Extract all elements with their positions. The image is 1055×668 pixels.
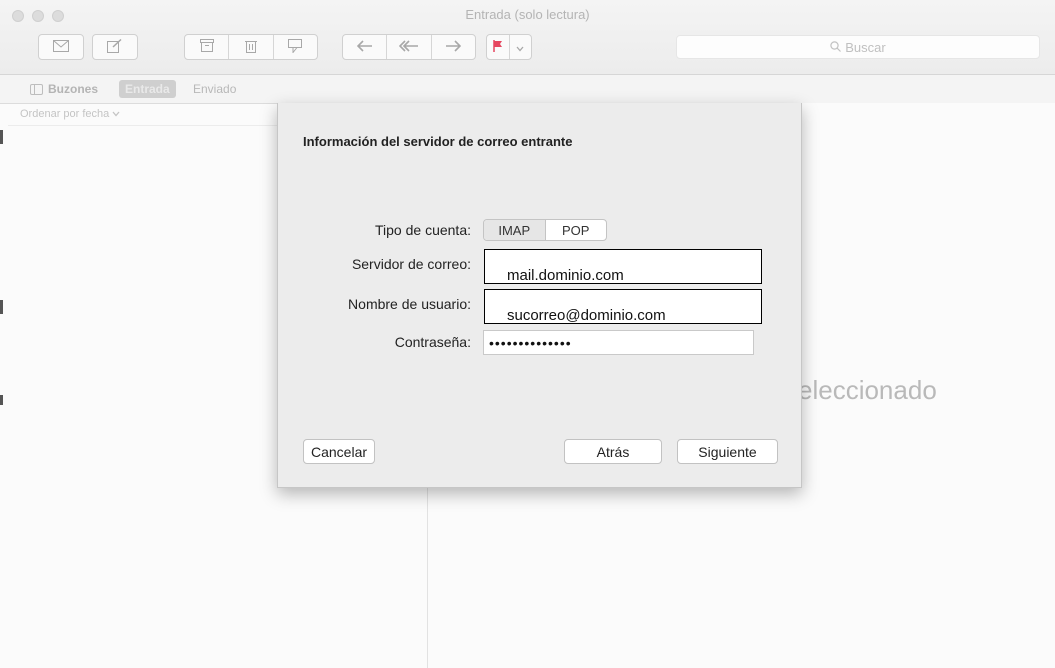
message-actions-group: [184, 34, 318, 60]
junk-button[interactable]: [272, 35, 317, 59]
get-mail-button[interactable]: [38, 34, 84, 60]
flag-icon: [493, 39, 503, 55]
mailboxes-toggle[interactable]: Buzones: [30, 80, 98, 98]
password-field[interactable]: ••••••••••••••: [483, 330, 754, 355]
back-button[interactable]: Atrás: [564, 439, 662, 464]
username-field[interactable]: sucorreo@dominio.com: [484, 289, 762, 324]
dialog-title: Información del servidor de correo entra…: [303, 134, 573, 149]
sort-menu[interactable]: Ordenar por fecha: [20, 108, 120, 120]
favorite-sent[interactable]: Enviado: [193, 80, 236, 98]
flag-menu-segment[interactable]: [508, 35, 532, 59]
trash-icon: [244, 39, 257, 56]
forward-icon: [445, 39, 462, 55]
reply-all-button[interactable]: [386, 35, 430, 59]
incoming-server-dialog: Información del servidor de correo entra…: [277, 103, 802, 488]
reply-button[interactable]: [343, 35, 386, 59]
next-button[interactable]: Siguiente: [677, 439, 778, 464]
compose-button[interactable]: [92, 34, 138, 60]
favorites-bar: Buzones Entrada Enviado: [0, 75, 1055, 104]
flag-button[interactable]: [486, 34, 532, 60]
mailboxes-label: Buzones: [48, 82, 99, 96]
no-message-selected-text: eleccionado: [798, 375, 937, 405]
account-type-label: Tipo de cuenta:: [375, 222, 471, 238]
username-label: Nombre de usuario:: [348, 296, 471, 312]
account-type-pop[interactable]: POP: [546, 220, 607, 240]
server-label: Servidor de correo:: [351, 256, 471, 272]
forward-button[interactable]: [430, 35, 475, 59]
favorite-inbox[interactable]: Entrada: [119, 80, 176, 98]
left-edge-mark: [0, 300, 3, 314]
reply-all-icon: [398, 39, 419, 55]
flag-segment[interactable]: [487, 35, 509, 59]
window-title: Entrada (solo lectura): [465, 7, 590, 22]
delete-button[interactable]: [228, 35, 272, 59]
password-label: Contraseña:: [394, 334, 471, 350]
cancel-button[interactable]: Cancelar: [303, 439, 375, 464]
sort-label: Ordenar por fecha: [20, 108, 110, 120]
chevron-down-icon: [516, 39, 524, 55]
reply-icon: [356, 39, 373, 55]
server-field[interactable]: mail.dominio.com: [484, 249, 762, 284]
search-placeholder: Buscar: [845, 39, 886, 55]
account-type-selector: IMAP POP: [483, 219, 607, 241]
search-icon: [830, 40, 842, 55]
reply-group: [342, 34, 476, 60]
title-bar: Entrada (solo lectura) Buscar: [0, 0, 1055, 75]
junk-icon: [288, 38, 303, 56]
chevron-down-icon: [112, 108, 120, 120]
compose-icon: [107, 38, 123, 56]
archive-button[interactable]: [185, 35, 228, 59]
left-edge-mark: [0, 395, 3, 405]
archive-icon: [199, 39, 214, 55]
envelope-icon: [53, 39, 69, 55]
mail-window: Entrada (solo lectura) Buscar Buzones En…: [0, 0, 1055, 668]
search-input[interactable]: Buscar: [676, 35, 1040, 59]
sidebar-icon: [30, 83, 43, 95]
account-type-imap[interactable]: IMAP: [484, 220, 546, 240]
left-edge-mark: [0, 130, 3, 144]
